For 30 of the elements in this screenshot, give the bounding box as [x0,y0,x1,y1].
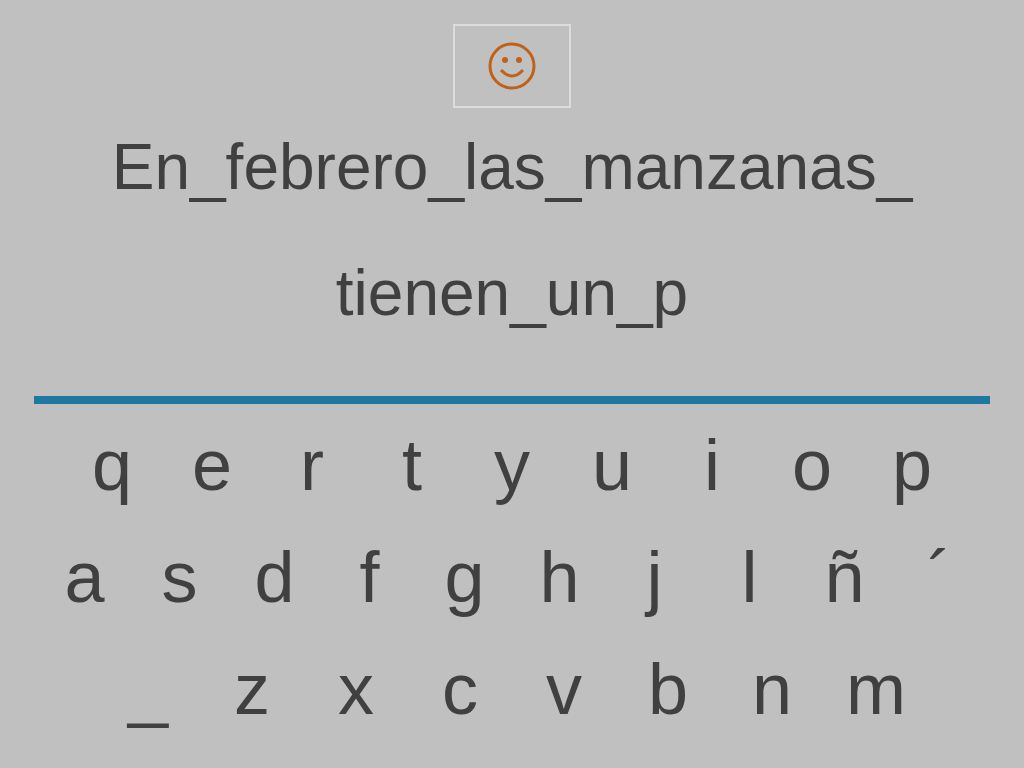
letter-key[interactable]: d [227,536,322,618]
letter-key[interactable]: x [304,648,408,730]
letter-key[interactable]: e [162,424,262,506]
letter-key[interactable]: p [862,424,962,506]
letter-key[interactable]: f [322,536,417,618]
letter-key[interactable]: n [720,648,824,730]
sentence-text: tienen_un_p [335,256,689,331]
letter-key[interactable]: o [762,424,862,506]
letter-key[interactable]: m [824,648,928,730]
letter-key[interactable]: t [362,424,462,506]
sentence-text: En_febrero_las_manzanas_ [111,130,913,205]
letter-key[interactable]: s [132,536,227,618]
letter-key[interactable]: q [62,424,162,506]
letter-key[interactable]: l [702,536,797,618]
letter-key[interactable]: i [662,424,762,506]
letter-key[interactable]: c [408,648,512,730]
letter-key[interactable]: r [262,424,362,506]
letter-key[interactable]: h [512,536,607,618]
letter-key[interactable]: j [607,536,702,618]
letter-key[interactable]: ´ [892,536,987,618]
letter-key[interactable]: b [616,648,720,730]
letter-key[interactable]: g [417,536,512,618]
letter-key[interactable]: u [562,424,662,506]
letter-key[interactable]: z [200,648,304,730]
letter-key[interactable]: ñ [797,536,892,618]
letter-key[interactable]: v [512,648,616,730]
letter-key[interactable]: _ [96,648,200,730]
smiley-icon [487,41,537,91]
letter-key[interactable]: a [37,536,132,618]
letter-key[interactable]: y [462,424,562,506]
